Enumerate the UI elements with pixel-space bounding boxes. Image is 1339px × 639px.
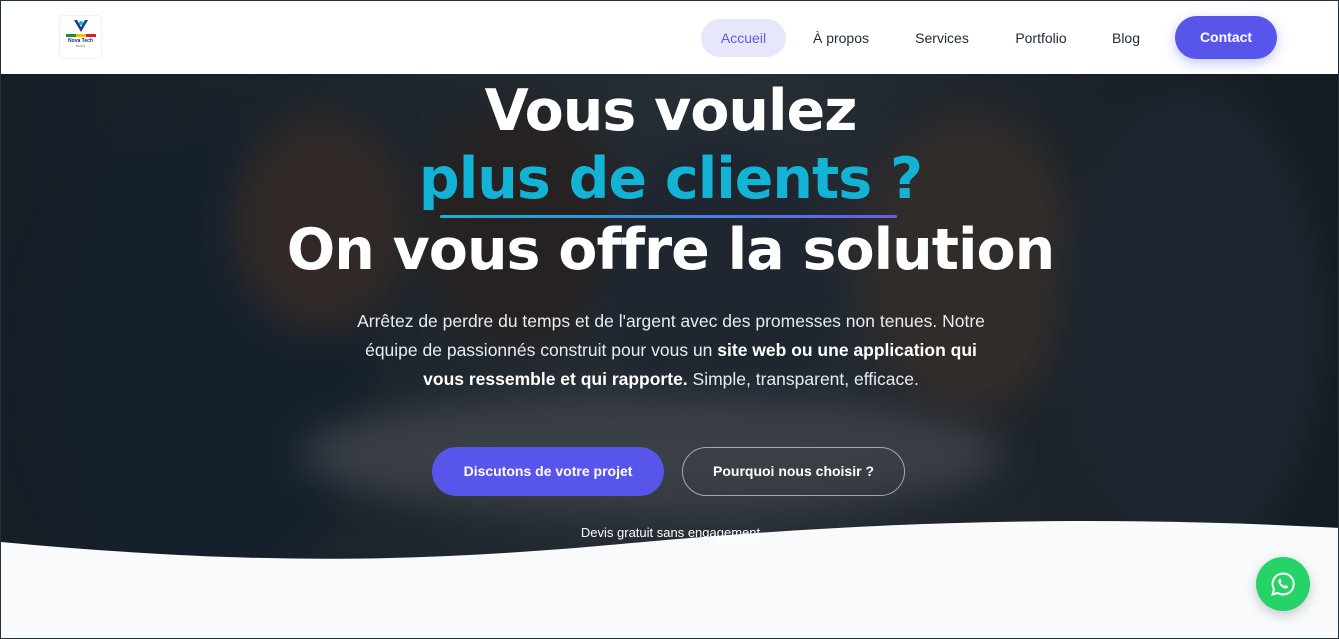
hero-section: Vous voulez plus de clients ? On vous of… xyxy=(1,74,1338,638)
hero-title-line1: Vous voulez xyxy=(484,78,858,144)
nav-item-blog[interactable]: Blog xyxy=(1094,19,1158,57)
nav-item-a-propos[interactable]: À propos xyxy=(786,19,896,57)
nav-item-accueil[interactable]: Accueil xyxy=(701,19,786,57)
main-nav: Accueil À propos Services Portfolio Blog xyxy=(701,18,1158,58)
hero-lead: Arrêtez de perdre du temps et de l'argen… xyxy=(351,307,991,394)
nav-item-portfolio[interactable]: Portfolio xyxy=(988,19,1094,57)
logo-tagline: BENIN xyxy=(75,44,86,48)
hero-title-highlight: plus de clients ? xyxy=(418,146,923,212)
whatsapp-button[interactable] xyxy=(1256,557,1310,611)
hero-lead-part2: Simple, transparent, efficace. xyxy=(687,369,919,389)
whatsapp-icon xyxy=(1271,572,1295,596)
discuss-project-button[interactable]: Discutons de votre projet xyxy=(432,447,664,496)
logo-flag-stripe xyxy=(65,34,96,37)
site-header: Nova Tech BENIN Accueil À propos Service… xyxy=(1,1,1338,74)
nova-tech-logo[interactable]: Nova Tech BENIN xyxy=(60,16,101,58)
hero-title-line3: On vous offre la solution xyxy=(286,217,1056,283)
free-quote-note: Devis gratuit sans engagement xyxy=(580,525,761,540)
contact-button[interactable]: Contact xyxy=(1175,16,1277,59)
nav-item-services[interactable]: Services xyxy=(896,19,988,57)
logo-mark-icon xyxy=(73,20,88,32)
why-choose-us-button[interactable]: Pourquoi nous choisir ? xyxy=(682,447,905,496)
page: Vous voulez plus de clients ? On vous of… xyxy=(0,0,1339,639)
